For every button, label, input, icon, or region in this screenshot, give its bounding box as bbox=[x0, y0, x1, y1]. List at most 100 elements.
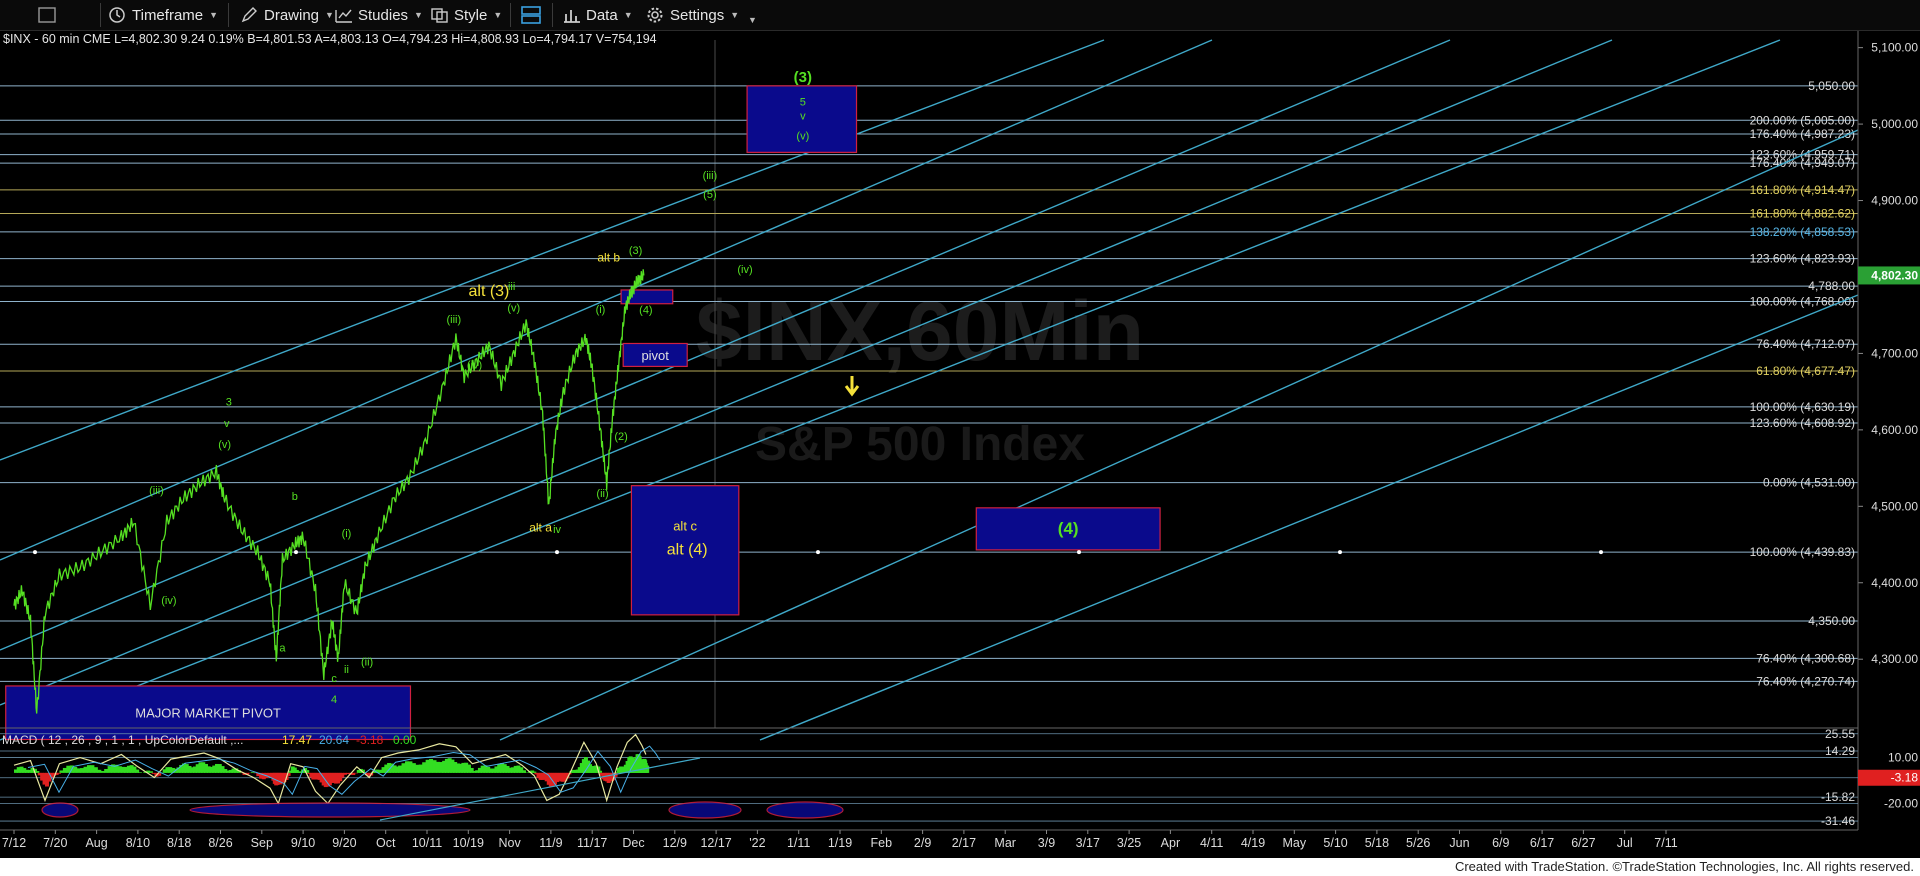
macd-tick-label: -20.00 bbox=[1884, 797, 1918, 811]
date-tick-label: Feb bbox=[871, 836, 893, 850]
toolbar: Timeframe ▼ Drawing ▼ Studies ▼ Style ▼ Data… bbox=[0, 0, 1920, 31]
fib-level-label: 100.00% (4,630.19) bbox=[1750, 400, 1855, 414]
wave-label: 5 bbox=[800, 97, 806, 109]
price-tick-label: 5,100.00 bbox=[1871, 41, 1918, 55]
price-tick-label: 4,300.00 bbox=[1871, 652, 1918, 666]
chart-canvas[interactable]: $INX,60Min S&P 500 Index 5,050.00 200.00% (… bbox=[0, 0, 1920, 876]
price-tick-label: 4,600.00 bbox=[1871, 423, 1918, 437]
fib-level-label: 123.60% (4,823.93) bbox=[1750, 252, 1855, 266]
macd-histogram-bar bbox=[62, 767, 67, 773]
date-tick-label: '22 bbox=[749, 836, 765, 850]
style-label: Style bbox=[454, 6, 488, 24]
macd-tick-label: -31.46 bbox=[1821, 814, 1855, 828]
date-tick-label: 6/17 bbox=[1530, 836, 1554, 850]
pivot-box-label: pivot bbox=[641, 348, 669, 363]
macd-histogram-bar bbox=[117, 766, 122, 773]
pivot-box-label: (4) bbox=[1058, 519, 1079, 538]
current-price-label: 4,802.30 bbox=[1871, 268, 1918, 282]
fib-level-label: 76.40% (4,300.68) bbox=[1756, 651, 1855, 665]
macd-histogram-bar bbox=[408, 761, 413, 773]
macd-histogram-bar bbox=[425, 759, 430, 773]
date-tick-label: 8/10 bbox=[126, 836, 150, 850]
macd-histogram-bar bbox=[83, 766, 88, 773]
fib-level-label: 138.20% (4,858.53) bbox=[1750, 225, 1855, 239]
wave-label: v bbox=[800, 111, 806, 123]
macd-histogram-bar bbox=[66, 765, 71, 773]
gear-icon bbox=[647, 7, 663, 23]
date-tick-label: Jun bbox=[1449, 836, 1469, 850]
panels-icon[interactable] bbox=[520, 5, 542, 25]
pivot-box-label: MAJOR MARKET PIVOT bbox=[135, 706, 281, 721]
date-tick-label: Nov bbox=[498, 836, 521, 850]
macd-histogram-bar bbox=[86, 765, 91, 773]
fib-level-label: 61.80% (4,677.47) bbox=[1756, 364, 1855, 378]
macd-histogram-bar bbox=[107, 766, 112, 773]
macd-histogram-bar bbox=[645, 765, 650, 773]
wave-label: (i) bbox=[342, 528, 352, 540]
wave-label: (iii) bbox=[149, 485, 164, 497]
date-tick-label: 10/11 bbox=[412, 836, 442, 850]
macd-histogram-bar bbox=[404, 761, 409, 773]
studies-label: Studies bbox=[358, 6, 409, 24]
wave-label: v bbox=[224, 418, 230, 430]
macd-legend-value: 17.47 bbox=[282, 733, 312, 747]
date-tick-label: Sep bbox=[251, 836, 273, 850]
fib-level-label: 161.80% (4,882.62) bbox=[1750, 207, 1855, 221]
marker-dot bbox=[1599, 550, 1603, 555]
price-tick-label: 4,900.00 bbox=[1871, 194, 1918, 208]
timeframe-button[interactable]: Timeframe ▼ bbox=[108, 5, 218, 25]
wave-label-alt: alt b bbox=[597, 251, 620, 265]
date-tick-label: 1/19 bbox=[828, 836, 852, 850]
macd-histogram-bar bbox=[90, 765, 95, 773]
studies-button[interactable]: Studies ▼ bbox=[334, 5, 423, 25]
date-tick-label: 11/17 bbox=[577, 836, 607, 850]
macd-histogram-bar bbox=[35, 771, 40, 773]
drawing-button[interactable]: Drawing ▼ bbox=[240, 5, 334, 25]
timeframe-label: Timeframe bbox=[132, 6, 204, 24]
layout-icon[interactable] bbox=[38, 5, 56, 25]
macd-histogram-bar bbox=[435, 761, 440, 773]
date-tick-label: 5/26 bbox=[1406, 836, 1430, 850]
wave-label: (2) bbox=[614, 431, 627, 443]
more-menu[interactable]: ▼ bbox=[742, 10, 757, 30]
macd-histogram-bar bbox=[411, 763, 416, 773]
fib-level-label: 100.00% (4,768.00) bbox=[1750, 294, 1855, 308]
macd-histogram-bar bbox=[59, 770, 64, 773]
pivot-box-label: alt c bbox=[673, 519, 697, 534]
macd-histogram-bar bbox=[93, 767, 98, 773]
macd-tick-label: 25.55 bbox=[1825, 727, 1855, 741]
wave-label-alt: alt a bbox=[529, 521, 552, 535]
date-tick-label: Aug bbox=[85, 836, 107, 850]
macd-histogram-bar bbox=[429, 759, 434, 773]
price-tick-label: 4,500.00 bbox=[1871, 499, 1918, 513]
date-tick-label: 1/11 bbox=[787, 836, 810, 850]
fib-level-label: 200.00% (5,005.00) bbox=[1750, 113, 1855, 127]
macd-legend-value: -3.18 bbox=[356, 733, 384, 747]
wave-label: (v) bbox=[218, 439, 231, 451]
bar-chart-icon bbox=[564, 10, 580, 23]
settings-label: Settings bbox=[670, 6, 725, 24]
wave-label-alt: alt (3) bbox=[468, 283, 509, 300]
macd-histogram-bar bbox=[401, 763, 406, 773]
style-button[interactable]: Style ▼ bbox=[430, 5, 502, 25]
data-button[interactable]: Data ▼ bbox=[562, 5, 633, 25]
clock-icon bbox=[109, 7, 125, 23]
date-tick-label: 10/19 bbox=[453, 836, 484, 850]
marker-dot bbox=[33, 550, 37, 555]
drawing-label: Drawing bbox=[264, 6, 320, 24]
macd-tick-label: -15.82 bbox=[1821, 790, 1855, 804]
macd-histogram-bar bbox=[532, 771, 537, 773]
wave-label: (i) bbox=[596, 304, 606, 316]
date-tick-label: 8/18 bbox=[167, 836, 191, 850]
macd-highlight-ellipse bbox=[766, 801, 844, 819]
macd-highlight-ellipse bbox=[41, 802, 79, 818]
wave-label: (iii) bbox=[703, 170, 718, 182]
wave-label: c bbox=[331, 673, 337, 685]
date-tick-label: 7/12 bbox=[2, 836, 26, 850]
wave-label: (ii) bbox=[361, 656, 373, 668]
settings-button[interactable]: Settings ▼ bbox=[646, 5, 739, 25]
fib-level-label: 4,788.00 bbox=[1808, 279, 1855, 293]
wave-label: (v) bbox=[507, 302, 520, 314]
date-tick-label: 4/19 bbox=[1241, 836, 1265, 850]
wave-label-alt: alt (4) bbox=[667, 541, 708, 558]
